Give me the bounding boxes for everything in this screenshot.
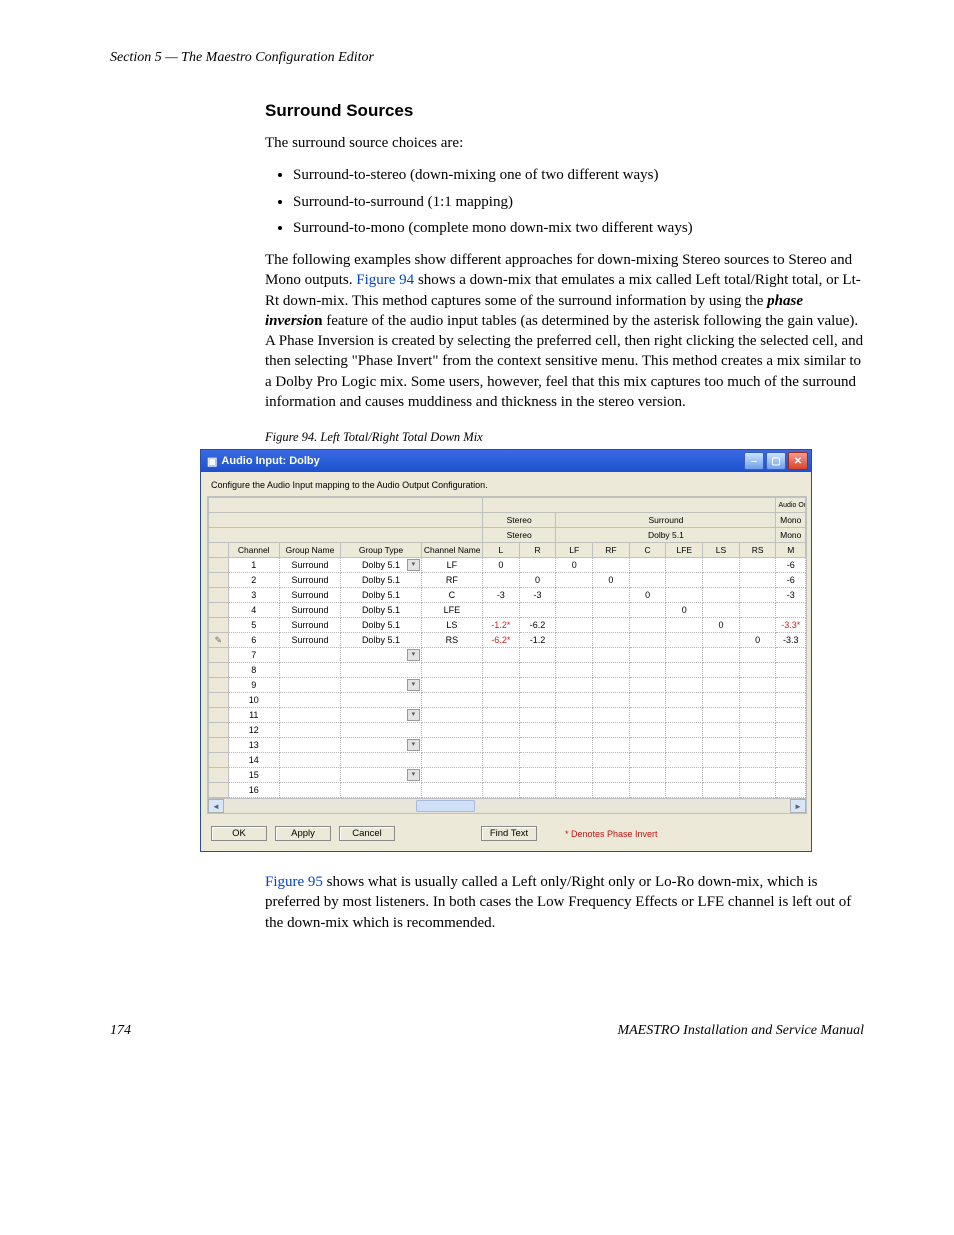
row-header xyxy=(209,618,229,633)
figure-link-94[interactable]: Figure 94 xyxy=(356,272,414,288)
close-button[interactable]: ✕ xyxy=(788,452,808,470)
table-row[interactable]: 2SurroundDolby 5.1RF00-6 xyxy=(209,573,806,588)
intro-text: The surround source choices are: xyxy=(265,133,864,153)
subheading: Surround Sources xyxy=(265,101,864,121)
row-header xyxy=(209,588,229,603)
ok-button[interactable]: OK xyxy=(211,826,267,841)
row-header xyxy=(209,768,229,783)
row-header xyxy=(209,678,229,693)
table-row[interactable]: 8 xyxy=(209,663,806,678)
row-header xyxy=(209,708,229,723)
row-header xyxy=(209,738,229,753)
dropdown-arrow-icon[interactable]: ▾ xyxy=(407,649,420,661)
dropdown-arrow-icon[interactable]: ▾ xyxy=(407,679,420,691)
window-title: Audio Input: Dolby xyxy=(221,455,319,467)
table-row[interactable]: 14 xyxy=(209,753,806,768)
row-header xyxy=(209,693,229,708)
paragraph: The following examples show different ap… xyxy=(265,250,864,412)
row-header xyxy=(209,663,229,678)
app-window: ▣ Audio Input: Dolby ‒ ▢ ✕ Configure the… xyxy=(200,449,812,852)
cancel-button[interactable]: Cancel xyxy=(339,826,395,841)
table-row[interactable]: 1SurroundDolby 5.1▾LF00-6 xyxy=(209,558,806,573)
apply-button[interactable]: Apply xyxy=(275,826,331,841)
dropdown-arrow-icon[interactable]: ▾ xyxy=(407,739,420,751)
minimize-button[interactable]: ‒ xyxy=(744,452,764,470)
horizontal-scrollbar[interactable]: ◄ ► xyxy=(208,798,806,813)
find-text-button[interactable]: Find Text xyxy=(481,826,537,841)
phase-invert-note: * Denotes Phase Invert xyxy=(565,829,658,839)
header-output-config: Audio Output Configuration xyxy=(776,498,806,513)
table-row[interactable]: 15▾ xyxy=(209,768,806,783)
row-header: ✎ xyxy=(209,633,229,648)
row-header xyxy=(209,648,229,663)
section-header: Section 5 — The Maestro Configuration Ed… xyxy=(110,50,864,66)
dropdown-arrow-icon[interactable]: ▾ xyxy=(407,709,420,721)
row-header xyxy=(209,573,229,588)
table-row[interactable]: 9▾ xyxy=(209,678,806,693)
table-row[interactable]: 10 xyxy=(209,693,806,708)
table-row[interactable]: 5SurroundDolby 5.1LS-1.2*-6.20-3.3* xyxy=(209,618,806,633)
scroll-thumb[interactable] xyxy=(416,800,475,812)
table-row[interactable]: 16 xyxy=(209,783,806,798)
row-header xyxy=(209,603,229,618)
app-icon: ▣ xyxy=(207,455,217,468)
titlebar: ▣ Audio Input: Dolby ‒ ▢ ✕ xyxy=(201,450,811,472)
table-row[interactable]: 13▾ xyxy=(209,738,806,753)
paragraph-after-figure: Figure 95 shows what is usually called a… xyxy=(265,872,864,933)
table-row[interactable]: 4SurroundDolby 5.1LFE0 xyxy=(209,603,806,618)
table-row[interactable]: 7▾ xyxy=(209,648,806,663)
page-number: 174 xyxy=(110,1023,131,1039)
table-row[interactable]: 11▾ xyxy=(209,708,806,723)
dropdown-arrow-icon[interactable]: ▾ xyxy=(407,559,420,571)
row-header xyxy=(209,753,229,768)
scroll-right-arrow[interactable]: ► xyxy=(790,799,806,813)
table-row[interactable]: ✎6SurroundDolby 5.1RS-6.2*-1.20-3.3 xyxy=(209,633,806,648)
figure-caption: Figure 94. Left Total/Right Total Down M… xyxy=(265,430,864,445)
figure-link-95[interactable]: Figure 95 xyxy=(265,874,323,890)
list-item: Surround-to-surround (1:1 mapping) xyxy=(293,192,864,212)
scroll-left-arrow[interactable]: ◄ xyxy=(208,799,224,813)
maximize-button[interactable]: ▢ xyxy=(766,452,786,470)
bullet-list: Surround-to-stereo (down-mixing one of t… xyxy=(265,165,864,238)
instruction-text: Configure the Audio Input mapping to the… xyxy=(211,480,807,490)
list-item: Surround-to-stereo (down-mixing one of t… xyxy=(293,165,864,185)
table-row[interactable]: 3SurroundDolby 5.1C-3-30-3 xyxy=(209,588,806,603)
dropdown-arrow-icon[interactable]: ▾ xyxy=(407,769,420,781)
list-item: Surround-to-mono (complete mono down-mix… xyxy=(293,218,864,238)
table-row[interactable]: 12 xyxy=(209,723,806,738)
grid[interactable]: Audio Output Configuration Stereo Surrou… xyxy=(207,496,807,814)
row-header xyxy=(209,558,229,573)
manual-title: MAESTRO Installation and Service Manual xyxy=(617,1023,864,1039)
row-header xyxy=(209,783,229,798)
row-header xyxy=(209,723,229,738)
